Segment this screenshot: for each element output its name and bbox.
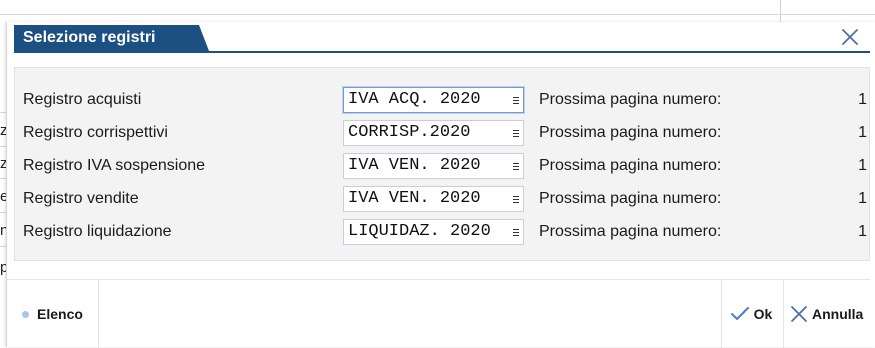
register-label: Registro vendite: [23, 190, 139, 207]
next-page-label: Prossima pagina numero:: [539, 157, 722, 174]
list-icon: [513, 196, 519, 203]
register-select-liquidazione[interactable]: LIQUIDAZ. 2020: [343, 219, 524, 245]
dialog-title: Selezione registri: [14, 25, 209, 51]
bullet-icon: [22, 310, 29, 318]
register-row-acquisti: Registro acquisti IVA ACQ. 2020 Prossima…: [15, 87, 871, 113]
footer-divider: [783, 280, 784, 348]
list-icon: [513, 229, 519, 236]
next-page-number: 1: [858, 91, 867, 108]
register-row-iva-sospensione: Registro IVA sospensione IVA VEN. 2020 P…: [15, 153, 871, 179]
close-icon: [791, 306, 807, 322]
close-icon: [842, 29, 858, 45]
next-page-label: Prossima pagina numero:: [539, 91, 722, 108]
next-page-number: 1: [858, 124, 867, 141]
elenco-button[interactable]: Elenco: [14, 280, 83, 348]
register-select-iva-sospensione[interactable]: IVA VEN. 2020: [343, 153, 524, 179]
register-label: Registro liquidazione: [23, 223, 172, 240]
register-row-liquidazione: Registro liquidazione LIQUIDAZ. 2020 Pro…: [15, 219, 871, 245]
annulla-button[interactable]: Annulla: [786, 280, 870, 348]
list-icon: [513, 97, 519, 104]
next-page-label: Prossima pagina numero:: [539, 190, 722, 207]
next-page-label: Prossima pagina numero:: [539, 124, 722, 141]
background-divider: [0, 14, 875, 15]
title-underline: [14, 51, 870, 53]
register-select-acquisti[interactable]: IVA ACQ. 2020: [343, 87, 524, 113]
register-select-value: LIQUIDAZ. 2020: [348, 222, 491, 241]
list-icon: [513, 130, 519, 137]
register-row-vendite: Registro vendite IVA VEN. 2020 Prossima …: [15, 186, 871, 212]
ok-label: Ok: [753, 306, 773, 322]
register-label: Registro corrispettivi: [23, 124, 168, 141]
register-select-value: IVA VEN. 2020: [348, 189, 481, 208]
register-label: Registro acquisti: [23, 91, 142, 108]
next-page-number: 1: [858, 190, 867, 207]
register-select-vendite[interactable]: IVA VEN. 2020: [343, 186, 524, 212]
registers-panel: Registro acquisti IVA ACQ. 2020 Prossima…: [14, 67, 870, 261]
footer-divider: [98, 280, 99, 348]
close-button[interactable]: [837, 24, 863, 50]
register-select-corrispettivi[interactable]: CORRISP.2020: [343, 120, 524, 146]
register-select-value: IVA VEN. 2020: [348, 156, 481, 175]
register-label: Registro IVA sospensione: [23, 157, 206, 174]
register-row-corrispettivi: Registro corrispettivi CORRISP.2020 Pros…: [15, 120, 871, 146]
ok-button[interactable]: Ok: [722, 280, 780, 348]
dialog-footer: Elenco Ok Annulla: [7, 279, 870, 348]
next-page-number: 1: [858, 223, 867, 240]
register-select-value: CORRISP.2020: [348, 123, 471, 142]
list-icon: [513, 163, 519, 170]
next-page-label: Prossima pagina numero:: [539, 223, 722, 240]
check-icon: [730, 307, 749, 320]
elenco-label: Elenco: [37, 306, 83, 322]
selezione-registri-dialog: Selezione registri Registro acquisti IVA…: [6, 22, 875, 348]
annulla-label: Annulla: [812, 306, 864, 322]
next-page-number: 1: [858, 157, 867, 174]
dialog-title-bar: Selezione registri: [7, 22, 870, 53]
register-select-value: IVA ACQ. 2020: [348, 90, 481, 109]
